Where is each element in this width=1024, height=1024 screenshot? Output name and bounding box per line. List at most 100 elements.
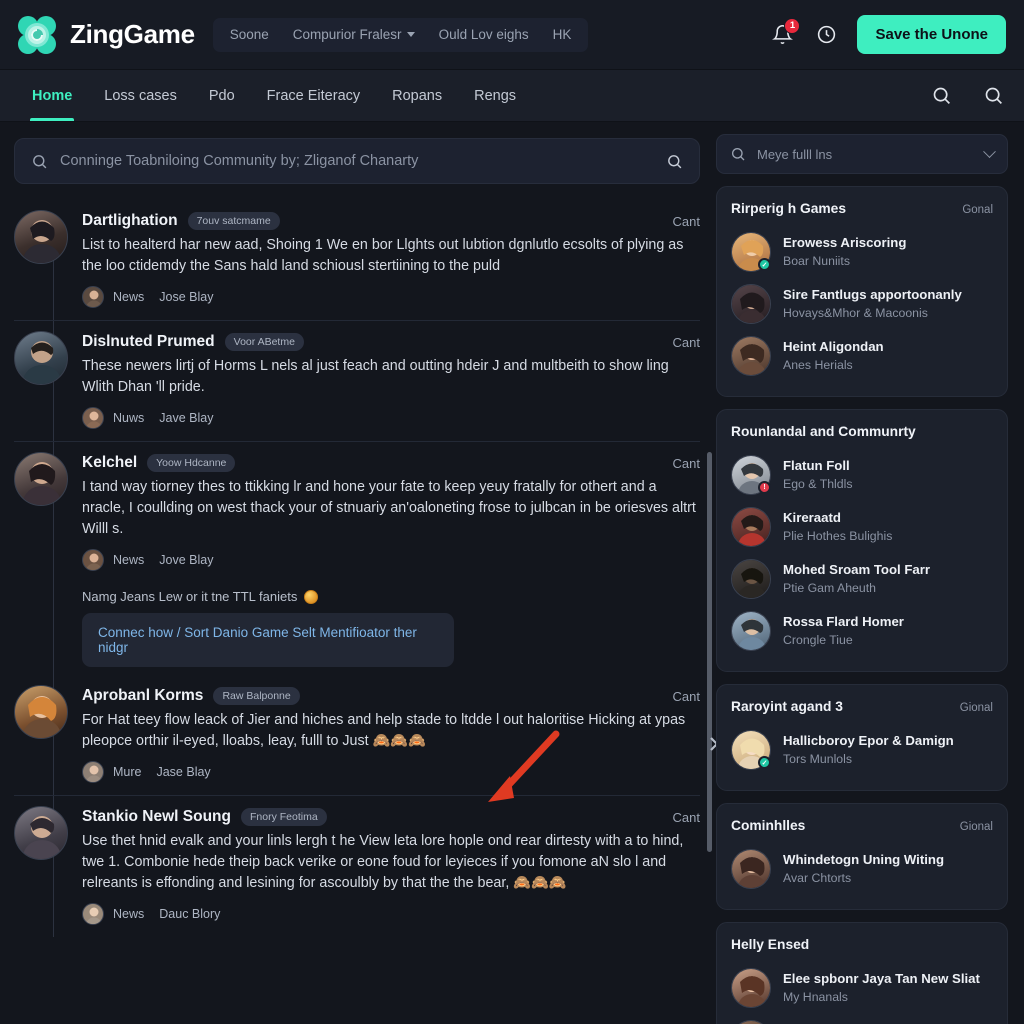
card-more-link[interactable]: Gonal — [962, 204, 993, 216]
top-nav-item-2[interactable]: Ould Lov eighs — [428, 24, 540, 45]
chevron-down-icon[interactable] — [983, 144, 996, 158]
notifications-button[interactable]: 1 — [769, 17, 801, 48]
tab-rengs[interactable]: Rengs — [458, 70, 532, 121]
search-submit-icon[interactable] — [666, 153, 683, 170]
avatar[interactable] — [82, 407, 104, 429]
sidebar-card-helly-ensed: Helly Ensed Elee spbonr Jaya Tan New Sli… — [716, 922, 1008, 1024]
list-item-title: Rossa Flard Homer — [783, 614, 904, 629]
feed-post[interactable]: Dislnuted Prumed Voor ABetme Cant These … — [14, 320, 700, 441]
feed-post[interactable]: Dartlighation 7ouv satcmame Cant List to… — [14, 200, 700, 320]
feed-scrollbar[interactable] — [707, 452, 712, 852]
list-item[interactable]: Mohed Sroam Tool Farr Ptie Gam Aheuth — [731, 553, 993, 605]
post-action-link[interactable]: Cant — [673, 214, 700, 229]
sidebar-card-games: Rirperig h Games Gonal ✓ Erowess Ariscor… — [716, 186, 1008, 397]
post-footer-meta: Dauc Blory — [159, 907, 221, 921]
brand-name: ZingGame — [70, 19, 195, 49]
avatar[interactable] — [14, 806, 68, 860]
brand-logo[interactable]: ZingGame — [14, 12, 195, 58]
avatar[interactable] — [82, 761, 104, 783]
avatar[interactable] — [82, 549, 104, 571]
feed-search-input[interactable]: Conninge Toabniloing Community by; Zliga… — [60, 153, 654, 169]
list-item[interactable]: Wlort The lenists flors king Nou Diaмa &… — [731, 1014, 993, 1024]
top-nav-item-1[interactable]: Compurior Fralesr — [282, 24, 426, 45]
tab-loss-cases[interactable]: Loss cases — [88, 70, 193, 121]
avatar[interactable] — [14, 331, 68, 385]
tab-ropans[interactable]: Ropans — [376, 70, 458, 121]
avatar[interactable] — [731, 284, 771, 324]
tab-pdo[interactable]: Pdo — [193, 70, 251, 121]
feed-post[interactable]: Aprobanl Korms Raw Balponne Cant For Hat… — [14, 675, 700, 795]
post-author-name: Dartlighation — [82, 212, 178, 229]
list-item[interactable]: ✓ Hallicboroy Epor & Damign Tors Munlols — [731, 724, 993, 776]
avatar[interactable] — [731, 968, 771, 1008]
post-text: Use thet hnid evalk and your linls lergh… — [82, 833, 684, 891]
list-item[interactable]: Elee spbonr Jaya Tan New Sliat My Hnanal… — [731, 962, 993, 1014]
sidebar-collapse-handle[interactable] — [706, 730, 716, 758]
avatar[interactable] — [731, 559, 771, 599]
card-title: Raroyint agand 3 — [731, 699, 843, 714]
card-header: Helly Ensed — [731, 937, 993, 952]
avatar[interactable] — [82, 903, 104, 925]
subnav-zoom-button[interactable] — [980, 83, 1006, 109]
avatar[interactable]: ✓ — [731, 730, 771, 770]
avatar[interactable] — [14, 452, 68, 506]
list-item[interactable]: Whindetogn Uning Witing Avar Chtorts — [731, 843, 993, 895]
subnav-search-button[interactable] — [928, 83, 954, 109]
list-item[interactable]: ! Flatun Foll Ego & Thldls — [731, 449, 993, 501]
avatar[interactable] — [14, 210, 68, 264]
feed-search-bar[interactable]: Conninge Toabniloing Community by; Zliga… — [14, 138, 700, 184]
sidebar-search-bar[interactable]: Meye fulll lns — [716, 134, 1008, 174]
list-item-subtitle: Hovays&Mhor & Macoonis — [783, 306, 928, 320]
card-title: Rirperig h Games — [731, 201, 847, 216]
chevron-down-icon — [406, 32, 415, 37]
avatar[interactable] — [731, 611, 771, 651]
post-footer-label: News — [113, 553, 145, 567]
list-item[interactable]: Heint Aligondan Anes Herials — [731, 330, 993, 382]
post-tag-badge: 7ouv satcmame — [187, 212, 280, 230]
post-footer-label: Nuws — [113, 411, 145, 425]
post-action-link[interactable]: Cant — [673, 335, 700, 350]
feed-post[interactable]: Kelchel Yoow Hdcanne Cant I tand way tio… — [14, 441, 700, 583]
card-more-link[interactable]: Gional — [960, 702, 993, 714]
search-icon — [933, 87, 950, 104]
promo-block: Namg Jeans Lew or it tne TTL faniets Con… — [82, 589, 700, 667]
feed-post[interactable]: Stankio Newl Soung Fnory Feotima Cant Us… — [14, 795, 700, 937]
list-item[interactable]: Kireraatd Plie Hothes Bulighis — [731, 501, 993, 553]
tab-home[interactable]: Home — [16, 70, 88, 121]
post-footer-meta: Jave Blay — [159, 411, 214, 425]
post-body: Kelchel Yoow Hdcanne Cant I tand way tio… — [82, 452, 700, 571]
right-sidebar: Meye fulll lns Rirperig h Games Gonal ✓ … — [716, 122, 1024, 1024]
status-badge: ✓ — [758, 756, 771, 769]
save-cta-button[interactable]: Save the Unone — [857, 15, 1006, 54]
avatar[interactable] — [82, 286, 104, 308]
avatar[interactable] — [731, 336, 771, 376]
post-action-link[interactable]: Cant — [673, 456, 700, 471]
list-item-subtitle: Tors Munlols — [783, 752, 853, 766]
avatar[interactable] — [731, 507, 771, 547]
promo-link-button[interactable]: Connec how / Sort Danio Game Selt Mentif… — [82, 613, 454, 667]
sidebar-search-input[interactable]: Meye fulll lns — [757, 147, 974, 162]
tab-frace-eiteracy[interactable]: Frace Eiteracy — [251, 70, 376, 121]
avatar[interactable]: ✓ — [731, 232, 771, 272]
top-nav-item-3[interactable]: HK — [542, 24, 583, 45]
list-item[interactable]: Rossa Flard Homer Crongle Tiue — [731, 605, 993, 657]
post-action-link[interactable]: Cant — [673, 689, 700, 704]
avatar[interactable] — [14, 685, 68, 739]
top-nav-item-0[interactable]: Soone — [219, 24, 280, 45]
chevron-right-icon — [709, 737, 716, 751]
coin-icon — [304, 589, 319, 604]
page-body: Conninge Toabniloing Community by; Zliga… — [0, 122, 1024, 1024]
avatar[interactable]: ! — [731, 455, 771, 495]
card-more-link[interactable]: Gional — [960, 821, 993, 833]
list-item[interactable]: ✓ Erowess Ariscoring Boar Nuniits — [731, 226, 993, 278]
sub-nav-actions — [928, 83, 1006, 109]
list-item[interactable]: Sire Fantlugs apportoonanly Hovays&Mhor … — [731, 278, 993, 330]
avatar[interactable] — [731, 1020, 771, 1024]
history-button[interactable] — [813, 22, 839, 48]
list-item-text: Hallicboroy Epor & Damign Tors Munlols — [783, 733, 954, 767]
list-item-text: Whindetogn Uning Witing Avar Chtorts — [783, 852, 944, 886]
post-action-link[interactable]: Cant — [673, 810, 700, 825]
post-header: Kelchel Yoow Hdcanne Cant — [82, 454, 700, 472]
avatar[interactable] — [731, 849, 771, 889]
list-item-text: Heint Aligondan Anes Herials — [783, 339, 884, 373]
